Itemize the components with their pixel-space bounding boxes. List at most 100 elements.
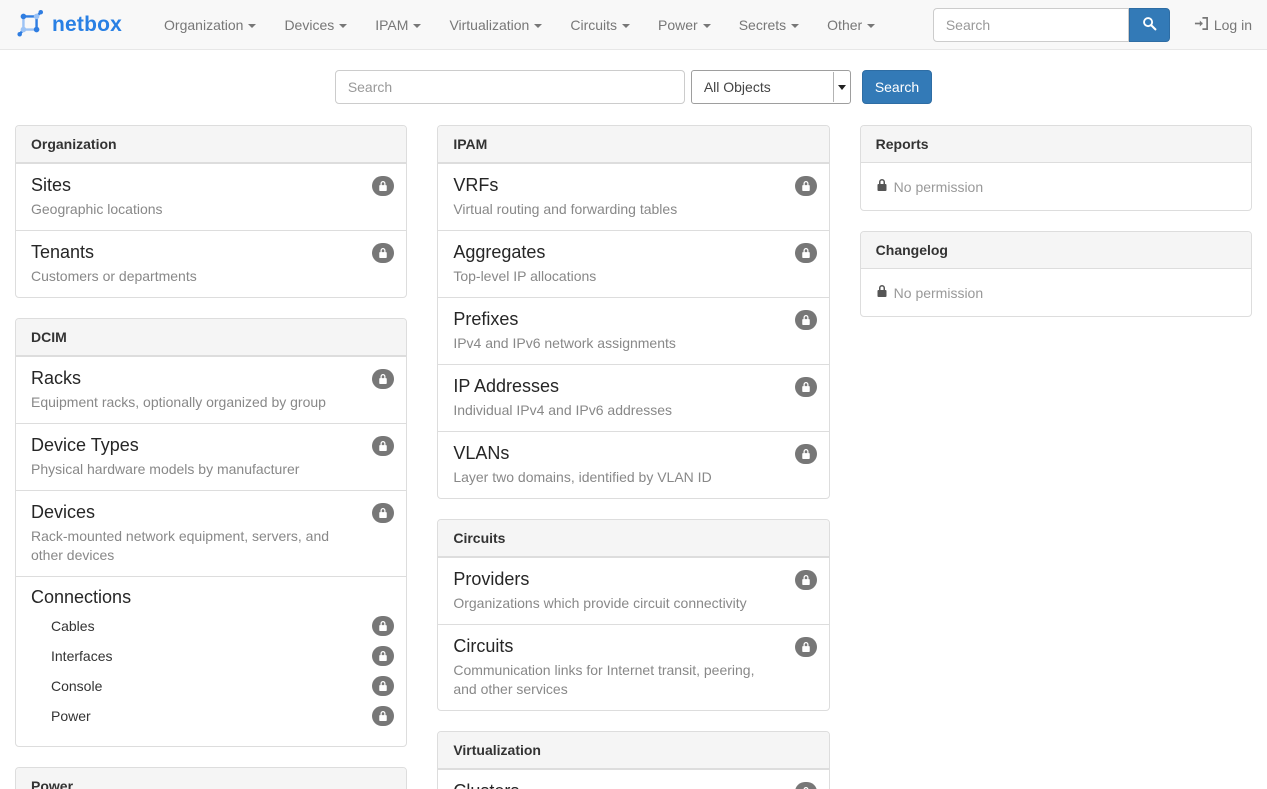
navbar-search-form — [933, 8, 1170, 42]
lock-icon — [372, 436, 394, 456]
panel-circuits: Circuits Providers Organizations which p… — [437, 519, 829, 711]
menu-devices[interactable]: Devices — [270, 0, 361, 50]
panel-title: IPAM — [438, 126, 828, 163]
panel-title: Power — [16, 768, 406, 789]
item-description: Organizations which provide circuit conn… — [453, 594, 813, 613]
top-navbar: netbox Organization Devices IPAM Virtual… — [0, 0, 1267, 50]
main-menu: Organization Devices IPAM Virtualization… — [150, 0, 889, 50]
search-icon — [1142, 16, 1157, 34]
connection-row-power: Power — [51, 701, 391, 731]
lock-icon — [795, 377, 817, 397]
list-item-aggregates: Aggregates Top-level IP allocations — [438, 230, 828, 297]
aggregates-link[interactable]: Aggregates — [453, 241, 545, 263]
column-left: Organization Sites Geographic locations … — [15, 125, 407, 789]
prefixes-link[interactable]: Prefixes — [453, 308, 518, 330]
menu-secrets[interactable]: Secrets — [725, 0, 813, 50]
panel-changelog: Changelog No permission — [860, 231, 1252, 317]
search-button[interactable]: Search — [862, 70, 932, 104]
item-description: Layer two domains, identified by VLAN ID — [453, 468, 813, 487]
item-description: Customers or departments — [31, 267, 391, 286]
lock-icon — [876, 284, 888, 301]
console-link[interactable]: Console — [51, 678, 102, 694]
lock-icon — [795, 570, 817, 590]
column-middle: IPAM VRFs Virtual routing and forwarding… — [437, 125, 829, 789]
no-permission-text: No permission — [894, 285, 983, 301]
connection-row-interfaces: Interfaces — [51, 641, 391, 671]
lock-icon — [372, 646, 394, 666]
chevron-down-icon — [622, 24, 630, 28]
menu-other[interactable]: Other — [813, 0, 889, 50]
item-description: Communication links for Internet transit… — [453, 661, 813, 699]
lock-icon — [876, 178, 888, 195]
chevron-down-icon — [534, 24, 542, 28]
list-item-circuits: Circuits Communication links for Interne… — [438, 624, 828, 710]
menu-virtualization[interactable]: Virtualization — [435, 0, 556, 50]
panel-organization: Organization Sites Geographic locations … — [15, 125, 407, 298]
object-type-select-wrap: All Objects — [691, 70, 851, 104]
lock-icon — [795, 782, 817, 789]
item-description: Rack-mounted network equipment, servers,… — [31, 527, 391, 565]
list-item-vlans: VLANs Layer two domains, identified by V… — [438, 431, 828, 498]
chevron-down-icon — [867, 24, 875, 28]
devices-link[interactable]: Devices — [31, 501, 95, 523]
list-item-racks: Racks Equipment racks, optionally organi… — [16, 356, 406, 423]
panel-title: Circuits — [438, 520, 828, 557]
list-item-providers: Providers Organizations which provide ci… — [438, 557, 828, 624]
circuits-link[interactable]: Circuits — [453, 635, 513, 657]
no-permission-row: No permission — [861, 163, 1251, 210]
navbar-search-button[interactable] — [1129, 8, 1170, 42]
chevron-down-icon — [248, 24, 256, 28]
lock-icon — [372, 706, 394, 726]
menu-circuits[interactable]: Circuits — [556, 0, 644, 50]
panel-virtualization: Virtualization Clusters — [437, 731, 829, 789]
netbox-brand[interactable]: netbox — [15, 8, 132, 41]
chevron-down-icon — [413, 24, 421, 28]
vrfs-link[interactable]: VRFs — [453, 174, 498, 196]
lock-icon — [795, 637, 817, 657]
list-item-sites: Sites Geographic locations — [16, 163, 406, 230]
item-description: Individual IPv4 and IPv6 addresses — [453, 401, 813, 420]
item-description: Virtual routing and forwarding tables — [453, 200, 813, 219]
menu-ipam[interactable]: IPAM — [361, 0, 435, 50]
device-types-link[interactable]: Device Types — [31, 434, 139, 456]
lock-icon — [795, 243, 817, 263]
clusters-link[interactable]: Clusters — [453, 780, 519, 789]
power-connections-link[interactable]: Power — [51, 708, 91, 724]
lock-icon — [372, 616, 394, 636]
panel-title: Organization — [16, 126, 406, 163]
item-description: Equipment racks, optionally organized by… — [31, 393, 391, 412]
lock-icon — [372, 503, 394, 523]
search-input[interactable] — [335, 70, 685, 104]
list-item-ip-addresses: IP Addresses Individual IPv4 and IPv6 ad… — [438, 364, 828, 431]
lock-icon — [795, 176, 817, 196]
log-in-icon — [1194, 16, 1209, 34]
no-permission-text: No permission — [894, 179, 983, 195]
navbar-search-input[interactable] — [933, 8, 1129, 42]
lock-icon — [795, 444, 817, 464]
lock-icon — [372, 243, 394, 263]
providers-link[interactable]: Providers — [453, 568, 529, 590]
ip-addresses-link[interactable]: IP Addresses — [453, 375, 559, 397]
column-right: Reports No permission Changelog No permi… — [860, 125, 1252, 789]
chevron-down-icon — [703, 24, 711, 28]
sites-link[interactable]: Sites — [31, 174, 71, 196]
panel-title: DCIM — [16, 319, 406, 356]
cables-link[interactable]: Cables — [51, 618, 95, 634]
global-search-bar: All Objects Search — [0, 70, 1267, 104]
panel-power: Power — [15, 767, 407, 789]
panel-title: Virtualization — [438, 732, 828, 769]
vlans-link[interactable]: VLANs — [453, 442, 509, 464]
item-description: Physical hardware models by manufacturer — [31, 460, 391, 479]
object-type-select[interactable]: All Objects — [692, 71, 850, 103]
interfaces-link[interactable]: Interfaces — [51, 648, 112, 664]
list-item-vrfs: VRFs Virtual routing and forwarding tabl… — [438, 163, 828, 230]
tenants-link[interactable]: Tenants — [31, 241, 94, 263]
racks-link[interactable]: Racks — [31, 367, 81, 389]
lock-icon — [372, 676, 394, 696]
menu-power[interactable]: Power — [644, 0, 725, 50]
panel-dcim: DCIM Racks Equipment racks, optionally o… — [15, 318, 407, 747]
lock-icon — [795, 310, 817, 330]
menu-organization[interactable]: Organization — [150, 0, 270, 50]
list-item-clusters: Clusters — [438, 769, 828, 789]
login-link[interactable]: Log in — [1194, 1, 1252, 49]
